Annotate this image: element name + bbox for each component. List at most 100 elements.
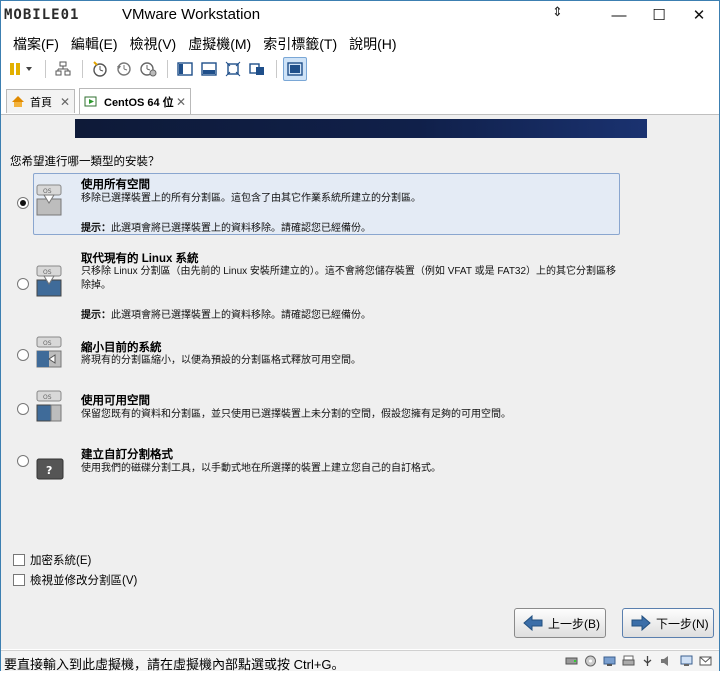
console-view-button[interactable]	[283, 57, 307, 81]
tip-label: 提示：	[81, 223, 111, 234]
maximize-button[interactable]: ☐	[639, 1, 679, 29]
disk-free-space-icon: OS	[36, 390, 62, 422]
toolbar-separator	[45, 60, 46, 78]
thumbnail-bar-button[interactable]	[198, 58, 220, 80]
option-description: 保留您既有的資料和分割區，並只使用已選擇裝置上未分割的空間，假設您擁有足夠的可用…	[81, 409, 511, 420]
mobile01-logo: MOBILE01	[3, 4, 121, 24]
disk-shrink-icon: OS	[36, 336, 62, 368]
option-tip: 提示：此選項會將已選擇裝置上的資料移除。請確認您已經備份。	[81, 219, 371, 234]
install-type-question: 您希望進行哪一類型的安裝？	[10, 156, 160, 168]
revert-snapshot-button[interactable]	[113, 58, 135, 80]
network-button[interactable]	[52, 58, 74, 80]
display-icon[interactable]	[680, 655, 693, 667]
vm-console[interactable]: 您希望進行哪一類型的安裝？ OS 使用所有空間 移除已選擇裝置上的所有分割區。這…	[1, 115, 719, 649]
back-button[interactable]: 上一步(B)	[514, 608, 606, 638]
option-description: 移除已選擇裝置上的所有分割區。這包含了由其它作業系統所建立的分割區。	[81, 193, 421, 204]
tip-label: 提示：	[81, 310, 111, 321]
menu-view[interactable]: 檢視(V)	[124, 31, 183, 55]
next-button-label: 下一步(N)	[656, 616, 709, 631]
menu-file[interactable]: 檔案(F)	[1, 31, 65, 55]
review-partitions-label[interactable]: 檢視並修改分割區(V)	[30, 572, 137, 588]
toolbar-separator	[276, 60, 277, 78]
usb-icon[interactable]	[641, 655, 654, 667]
review-partitions-checkbox[interactable]	[13, 574, 25, 586]
pause-dropdown-button[interactable]	[7, 58, 37, 80]
snapshot-manager-button[interactable]	[137, 58, 159, 80]
vm-running-icon	[84, 96, 97, 106]
option-use-all-space[interactable]: OS 使用所有空間 移除已選擇裝置上的所有分割區。這包含了由其它作業系統所建立的…	[1, 173, 719, 237]
title-bar: MOBILE01 VMware Workstation ⇕ — ☐ ✕	[1, 1, 719, 29]
option-title: 縮小目前的系統	[81, 342, 162, 354]
status-message: 要直接輸入到此虛擬機，請在虛擬機內部點選或按 Ctrl+G。	[4, 657, 345, 672]
next-button[interactable]: 下一步(N)	[622, 608, 714, 638]
sidebar-icon	[177, 62, 193, 76]
tab-bar: 首頁 ✕ CentOS 64 位 ✕	[1, 87, 719, 115]
svg-text:OS: OS	[43, 188, 52, 195]
svg-text:OS: OS	[43, 340, 52, 347]
radio-use-all-space[interactable]	[17, 197, 29, 209]
minimize-button[interactable]: —	[599, 1, 639, 29]
disk-custom-icon: ?	[36, 458, 64, 480]
network-adapter-icon[interactable]	[603, 655, 616, 667]
encrypt-system-checkbox[interactable]	[13, 554, 25, 566]
option-title: 取代現有的 Linux 系統	[81, 253, 199, 265]
tab-centos-close-icon[interactable]: ✕	[176, 95, 186, 109]
option-title: 建立自訂分割格式	[81, 449, 173, 461]
tab-home-label: 首頁	[30, 96, 52, 109]
status-bar: 要直接輸入到此虛擬機，請在虛擬機內部點選或按 Ctrl+G。	[1, 650, 719, 672]
fullscreen-button[interactable]	[222, 58, 244, 80]
tab-centos-label: CentOS 64 位	[104, 96, 174, 109]
radio-custom-layout[interactable]	[17, 455, 29, 467]
menu-help[interactable]: 說明(H)	[343, 31, 402, 55]
snapshot-button[interactable]	[89, 58, 111, 80]
printer-icon[interactable]	[622, 655, 635, 667]
network-icon	[55, 61, 71, 76]
fullscreen-icon	[225, 61, 241, 77]
thumbnail-icon	[201, 62, 217, 76]
tip-text: 此選項會將已選擇裝置上的資料移除。請確認您已經備份。	[111, 223, 371, 234]
tab-home-close-icon[interactable]: ✕	[60, 95, 70, 109]
svg-text:OS: OS	[43, 269, 52, 276]
menu-edit[interactable]: 編輯(E)	[65, 31, 124, 55]
tab-centos[interactable]: CentOS 64 位 ✕	[79, 88, 191, 114]
menu-tabs[interactable]: 索引標籤(T)	[257, 31, 343, 55]
tab-home[interactable]: 首頁 ✕	[6, 89, 75, 113]
option-title: 使用可用空間	[81, 395, 150, 407]
radio-shrink-system[interactable]	[17, 349, 29, 361]
window-title: VMware Workstation	[122, 6, 261, 23]
pin-icon[interactable]: ⇕	[552, 4, 563, 20]
option-description: 使用我們的磁碟分割工具，以手動式地在所選擇的裝置上建立您自己的自訂格式。	[81, 463, 441, 474]
installer-banner	[75, 119, 647, 138]
option-shrink-system[interactable]: OS 縮小目前的系統 將現有的分割區縮小，以便為預設的分割區格式釋放可用空間。	[1, 335, 719, 375]
option-description: 只移除 Linux 分割區（由先前的 Linux 安裝所建立的）。這不會將您儲存…	[81, 266, 617, 291]
unity-button[interactable]	[246, 58, 268, 80]
menu-vm[interactable]: 虛擬機(M)	[182, 31, 257, 55]
tip-text: 此選項會將已選擇裝置上的資料移除。請確認您已經備份。	[111, 310, 371, 321]
hard-disk-icon[interactable]	[565, 655, 578, 667]
svg-text:?: ?	[46, 464, 52, 477]
option-tip: 提示：此選項會將已選擇裝置上的資料移除。請確認您已經備份。	[81, 306, 371, 321]
menu-bar: 檔案(F) 編輯(E) 檢視(V) 虛擬機(M) 索引標籤(T) 說明(H)	[1, 31, 719, 55]
radio-replace-linux[interactable]	[17, 278, 29, 290]
vmware-window: MOBILE01 VMware Workstation ⇕ — ☐ ✕ 檔案(F…	[0, 0, 720, 672]
option-use-free-space[interactable]: OS 使用可用空間 保留您既有的資料和分割區，並只使用已選擇裝置上未分割的空間，…	[1, 389, 719, 429]
close-button[interactable]: ✕	[679, 1, 719, 29]
disk-erase-icon: OS	[36, 184, 62, 216]
option-description: 將現有的分割區縮小，以便為預設的分割區格式釋放可用空間。	[81, 355, 361, 366]
toolbar-separator	[82, 60, 83, 78]
snapshot-manager-icon	[140, 62, 157, 77]
option-custom-layout[interactable]: ? 建立自訂分割格式 使用我們的磁碟分割工具，以手動式地在所選擇的裝置上建立您自…	[1, 443, 719, 483]
message-icon[interactable]	[699, 655, 712, 667]
home-icon	[12, 96, 24, 107]
toolbar-separator	[167, 60, 168, 78]
radio-use-free-space[interactable]	[17, 403, 29, 415]
snapshot-icon	[93, 61, 107, 77]
encrypt-system-label[interactable]: 加密系統(E)	[30, 552, 91, 568]
option-replace-linux[interactable]: OS 取代現有的 Linux 系統 只移除 Linux 分割區（由先前的 Lin…	[1, 248, 719, 321]
toolbar	[1, 56, 719, 82]
sound-icon[interactable]	[660, 655, 673, 667]
cd-rom-icon[interactable]	[584, 655, 597, 667]
sidebar-toggle-button[interactable]	[174, 58, 196, 80]
svg-text:OS: OS	[43, 394, 52, 401]
console-view-icon	[287, 62, 303, 76]
